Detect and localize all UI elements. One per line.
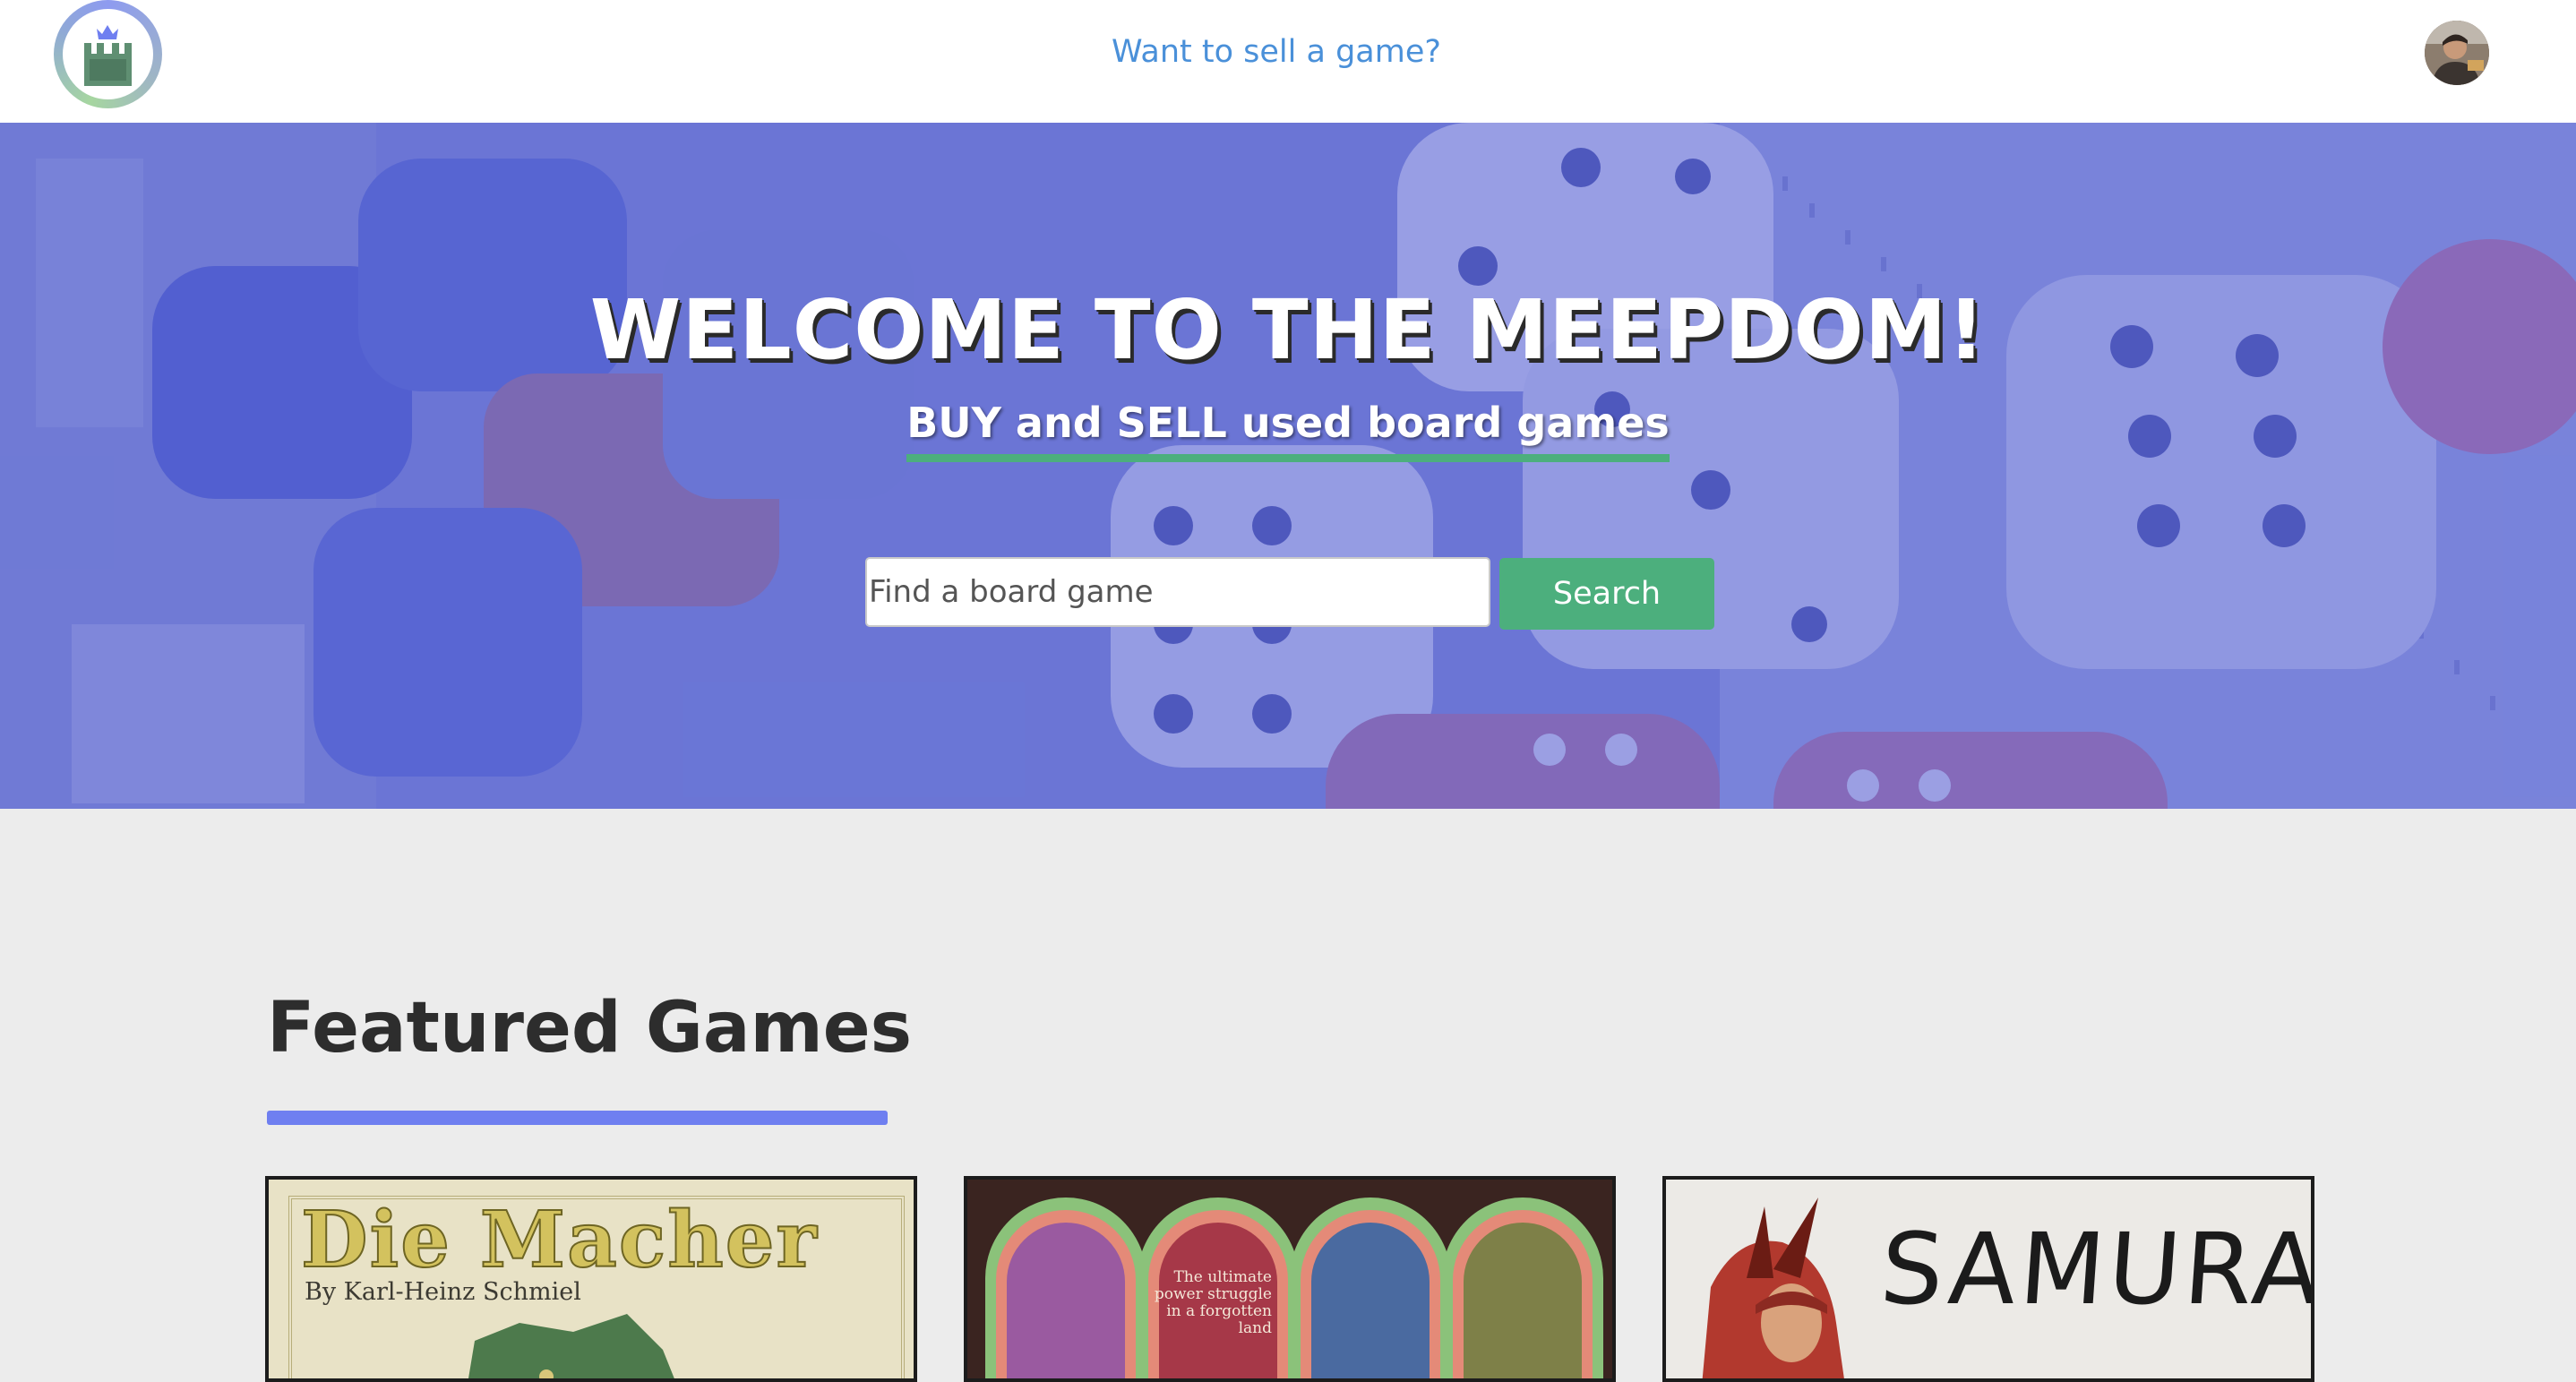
logo[interactable]: [54, 0, 162, 108]
game-cover-title: Die Macher: [300, 1195, 819, 1286]
hero-overlay: [0, 123, 2576, 809]
search-input[interactable]: [865, 557, 1490, 627]
featured-underline: [267, 1111, 888, 1125]
search-button[interactable]: Search: [1499, 558, 1714, 630]
sell-game-link[interactable]: Want to sell a game?: [1057, 25, 1496, 79]
game-cover-tagline: The ultimate power struggle in a forgott…: [1154, 1268, 1272, 1337]
user-avatar[interactable]: [2425, 21, 2489, 85]
hero-subtitle-wrap: BUY and SELL used board games: [0, 391, 2576, 462]
hero-subtitle: BUY and SELL used board games: [906, 391, 1670, 462]
game-card-samurai[interactable]: SAMURAI: [1662, 1176, 2314, 1382]
featured-games-heading: Featured Games: [267, 988, 913, 1069]
cover-art: [985, 1197, 1603, 1378]
hero-banner: WELCOME TO THE MEEPDOM! BUY and SELL use…: [0, 123, 2576, 809]
game-card-die-macher[interactable]: Die Macher By Karl-Heinz Schmiel: [265, 1176, 917, 1382]
game-cover-byline: By Karl-Heinz Schmiel: [305, 1278, 581, 1306]
castle-crown-icon: [63, 9, 153, 99]
game-card-2[interactable]: The ultimate power struggle in a forgott…: [964, 1176, 1616, 1382]
hero-title: WELCOME TO THE MEEPDOM!: [589, 282, 1987, 378]
game-cover-title: SAMURAI: [1876, 1212, 2314, 1326]
map-art: [468, 1314, 674, 1378]
navbar: Want to sell a game?: [0, 0, 2576, 123]
